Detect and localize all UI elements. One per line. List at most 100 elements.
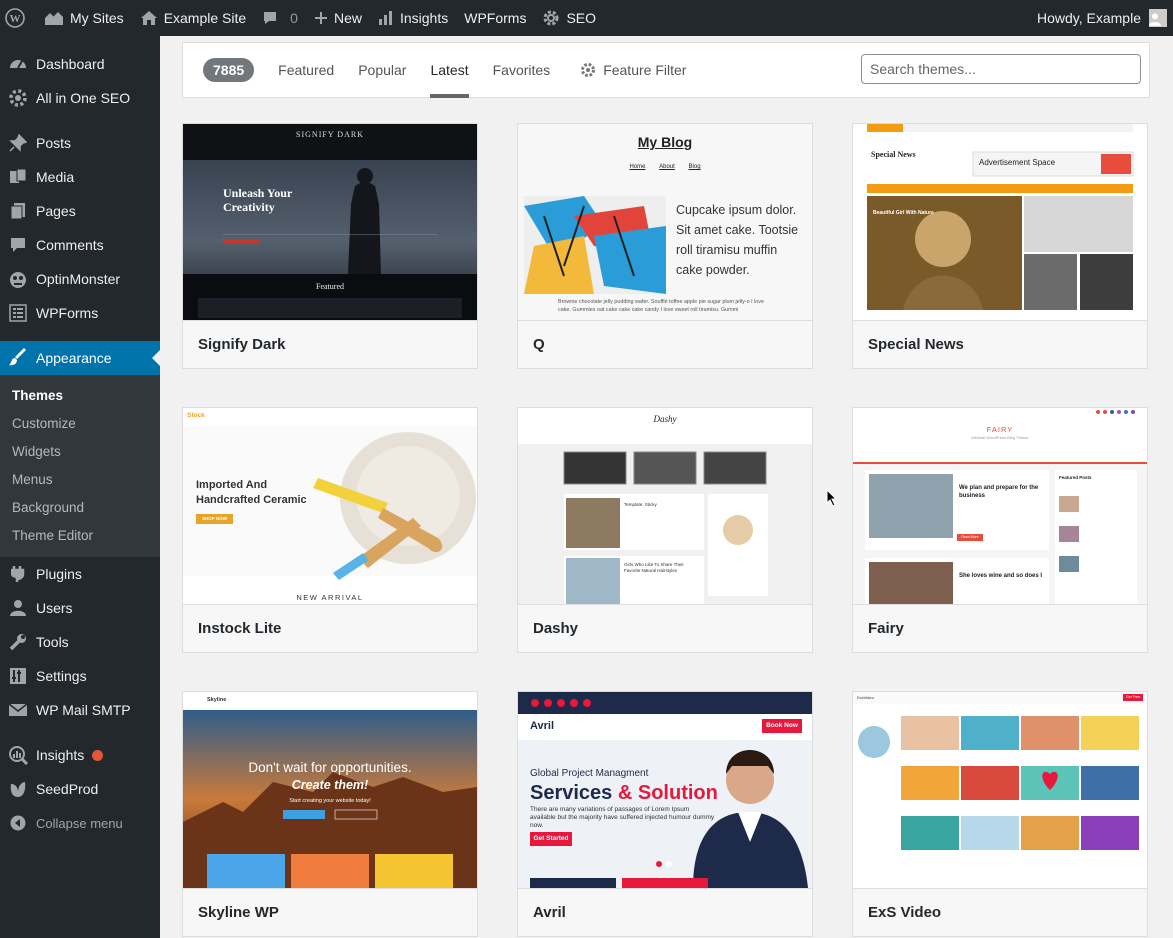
theme-name: ExS Video: [853, 888, 1147, 936]
my-sites-menu[interactable]: My Sites: [36, 0, 132, 36]
theme-card-avril[interactable]: Avril Book Now Global Project Managment …: [517, 691, 813, 937]
insights-menu[interactable]: Insights: [370, 0, 456, 36]
bar-chart-icon: [378, 11, 392, 25]
new-content-menu[interactable]: New: [306, 0, 370, 36]
submenu-widgets[interactable]: Widgets: [0, 437, 160, 465]
preview-heading: Imported And Handcrafted Ceramic: [196, 479, 307, 506]
preview-kicker: Global Project Managment: [530, 768, 649, 779]
preview-logo: Dashy: [653, 414, 677, 424]
theme-card-signify-dark[interactable]: SIGNIFY DARK Unleash Your Creativity Fea…: [182, 123, 478, 369]
preview-post2: Girls Who Like To Share Their Favorite N…: [624, 562, 684, 573]
themes-content: 7885 Featured Popular Latest Favorites F…: [160, 36, 1173, 938]
comments-menu[interactable]: 0: [254, 0, 306, 36]
comment-bubble-icon: [264, 12, 277, 24]
seedprod-icon: [8, 779, 28, 799]
sidebar-item-seedprod[interactable]: SeedProd: [0, 772, 160, 806]
sidebar-item-tools[interactable]: Tools: [0, 625, 160, 659]
theme-card-instock-lite[interactable]: Stock Imported And Handcrafted Ceramic S…: [182, 407, 478, 653]
tab-featured[interactable]: Featured: [266, 42, 346, 98]
preview-button: Read More: [961, 535, 979, 539]
my-sites-label: My Sites: [70, 10, 124, 26]
submenu-theme-editor[interactable]: Theme Editor: [0, 521, 160, 549]
theme-screenshot[interactable]: ExsVideo Get Free: [853, 692, 1147, 888]
sidebar-item-label: OptinMonster: [36, 271, 121, 287]
settings-icon: [8, 666, 28, 686]
preview-tagline: Minimal WordPress Blog Theme: [971, 435, 1029, 440]
preview-logo: Avril: [530, 720, 555, 732]
optinmonster-icon: [8, 269, 28, 289]
preview-headline: Beautiful Girl With Nature: [873, 210, 934, 216]
preview-logo: Skyline: [207, 697, 227, 703]
tab-popular[interactable]: Popular: [346, 42, 418, 98]
sidebar-item-pages[interactable]: Pages: [0, 194, 160, 228]
sidebar-item-wpforms[interactable]: WPForms: [0, 296, 160, 330]
preview-blog-title: My Blog: [637, 134, 693, 150]
plus-icon: [314, 12, 327, 24]
site-name-menu[interactable]: Example Site: [132, 0, 254, 36]
preview-cta: Get Free: [1126, 695, 1140, 699]
preview-cta: Book Now: [766, 722, 798, 729]
theme-screenshot[interactable]: FAIRY Minimal WordPress Blog Theme We pl…: [853, 408, 1147, 604]
site-name-label: Example Site: [163, 10, 247, 26]
sidebar-item-label: Insights: [36, 747, 85, 763]
theme-screenshot[interactable]: My Blog Home About Blog Cupcake ipsum do…: [518, 124, 812, 320]
feature-filter-button[interactable]: Feature Filter: [562, 62, 686, 78]
preview-nav-item: Home: [629, 164, 646, 170]
forms-icon: [8, 303, 28, 323]
sidebar-item-dashboard[interactable]: Dashboard: [0, 47, 160, 81]
sidebar-item-label: Dashboard: [36, 56, 105, 72]
notification-dot: [92, 749, 104, 761]
search-themes-input[interactable]: [861, 54, 1141, 84]
sidebar-item-plugins[interactable]: Plugins: [0, 557, 160, 591]
preview-sub: Start creating your website today!: [289, 798, 371, 804]
admin-sidebar: Dashboard All in One SEO Posts Media Pag…: [0, 36, 160, 938]
sidebar-item-appearance[interactable]: Appearance: [0, 341, 160, 375]
seo-menu[interactable]: SEO: [534, 0, 604, 36]
sidebar-item-users[interactable]: Users: [0, 591, 160, 625]
theme-name: Dashy: [518, 604, 812, 652]
theme-card-dashy[interactable]: Dashy Template: Sticky Girls Who Like To…: [517, 407, 813, 653]
sidebar-item-insights[interactable]: Insights: [0, 738, 160, 772]
tab-latest[interactable]: Latest: [418, 42, 480, 98]
theme-card-fairy[interactable]: FAIRY Minimal WordPress Blog Theme We pl…: [852, 407, 1148, 653]
theme-card-skyline-wp[interactable]: Skyline Don't wait for opportunities. Cr…: [182, 691, 478, 937]
sidebar-item-all-in-one-seo[interactable]: All in One SEO: [0, 81, 160, 115]
sidebar-item-posts[interactable]: Posts: [0, 126, 160, 160]
preview-headline-a: Services: [530, 782, 613, 804]
preview-ad: Advertisement Space: [979, 158, 1056, 167]
submenu-menus[interactable]: Menus: [0, 465, 160, 493]
submenu-themes[interactable]: Themes: [0, 381, 160, 409]
howdy-label: Howdy, Example: [1036, 10, 1141, 26]
sidebar-item-media[interactable]: Media: [0, 160, 160, 194]
submenu-background[interactable]: Background: [0, 493, 160, 521]
account-menu[interactable]: Howdy, Example: [1029, 0, 1173, 36]
theme-card-exs-video[interactable]: ExsVideo Get Free ExS Video: [852, 691, 1148, 937]
sidebar-item-optinmonster[interactable]: OptinMonster: [0, 262, 160, 296]
preview-button: SHOP NOW: [202, 516, 227, 521]
theme-screenshot[interactable]: Special News Advertisement Space Beautif…: [853, 124, 1147, 320]
theme-name: Instock Lite: [183, 604, 477, 652]
wpforms-menu[interactable]: WPForms: [456, 0, 534, 36]
seo-gear-icon: [8, 88, 28, 108]
wordpress-logo-icon[interactable]: W: [0, 0, 36, 36]
theme-card-special-news[interactable]: Special News Advertisement Space Beautif…: [852, 123, 1148, 369]
theme-screenshot[interactable]: SIGNIFY DARK Unleash Your Creativity Fea…: [183, 124, 477, 320]
preview-post2: She loves wine and so does I: [959, 573, 1043, 579]
tab-favorites[interactable]: Favorites: [481, 42, 563, 98]
sidebar-collapse-menu[interactable]: Collapse menu: [0, 806, 160, 840]
theme-screenshot[interactable]: Dashy Template: Sticky Girls Who Like To…: [518, 408, 812, 604]
theme-screenshot[interactable]: Skyline Don't wait for opportunities. Cr…: [183, 692, 477, 888]
insights-icon: [8, 745, 28, 765]
submenu-customize[interactable]: Customize: [0, 409, 160, 437]
theme-card-q[interactable]: My Blog Home About Blog Cupcake ipsum do…: [517, 123, 813, 369]
theme-screenshot[interactable]: Stock Imported And Handcrafted Ceramic S…: [183, 408, 477, 604]
sidebar-item-comments[interactable]: Comments: [0, 228, 160, 262]
preview-logo: Stock: [187, 412, 205, 419]
pages-icon: [8, 201, 28, 221]
preview-post1: We plan and prepare for the business: [959, 485, 1039, 499]
sidebar-item-label: WP Mail SMTP: [36, 702, 131, 718]
sidebar-item-settings[interactable]: Settings: [0, 659, 160, 693]
theme-screenshot[interactable]: Avril Book Now Global Project Managment …: [518, 692, 812, 888]
collapse-icon: [8, 813, 28, 833]
sidebar-item-wp-mail-smtp[interactable]: WP Mail SMTP: [0, 693, 160, 727]
